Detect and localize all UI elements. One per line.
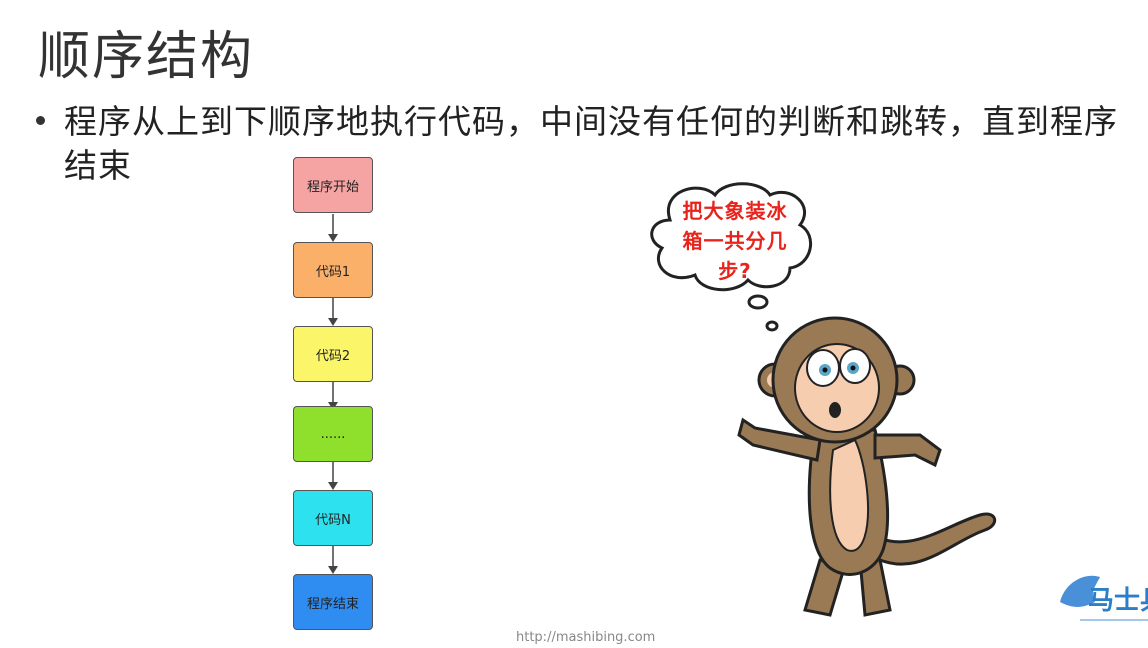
flow-step-code-2: 代码2 [293, 326, 373, 382]
flow-arrow-icon [328, 214, 338, 242]
flow-arrow-icon [328, 546, 338, 574]
slide-title: 顺序结构 [38, 27, 255, 87]
flow-step-ellipsis: ...... [293, 406, 373, 462]
flow-arrow-icon [328, 462, 338, 490]
flow-step-end: 程序结束 [293, 574, 373, 630]
flow-step-code-1: 代码1 [293, 242, 373, 298]
flow-arrow-icon [328, 298, 338, 326]
bullet-dot-icon [36, 116, 45, 125]
monkey-illustration-icon [737, 316, 996, 617]
logo-text: 马士兵 [1088, 586, 1148, 616]
thought-bubble-text: 把大象装冰箱一共分几步? [682, 199, 788, 283]
flow-step-code-n: 代码N [293, 490, 373, 546]
footer-url: http://mashibing.com [516, 630, 656, 645]
bullet-text: 程序从上到下顺序地执行代码，中间没有任何的判断和跳转，直到程序结束 [64, 102, 1118, 185]
flow-step-start: 程序开始 [293, 157, 373, 213]
bullet-point: 程序从上到下顺序地执行代码，中间没有任何的判断和跳转，直到程序结束 [36, 100, 1136, 188]
